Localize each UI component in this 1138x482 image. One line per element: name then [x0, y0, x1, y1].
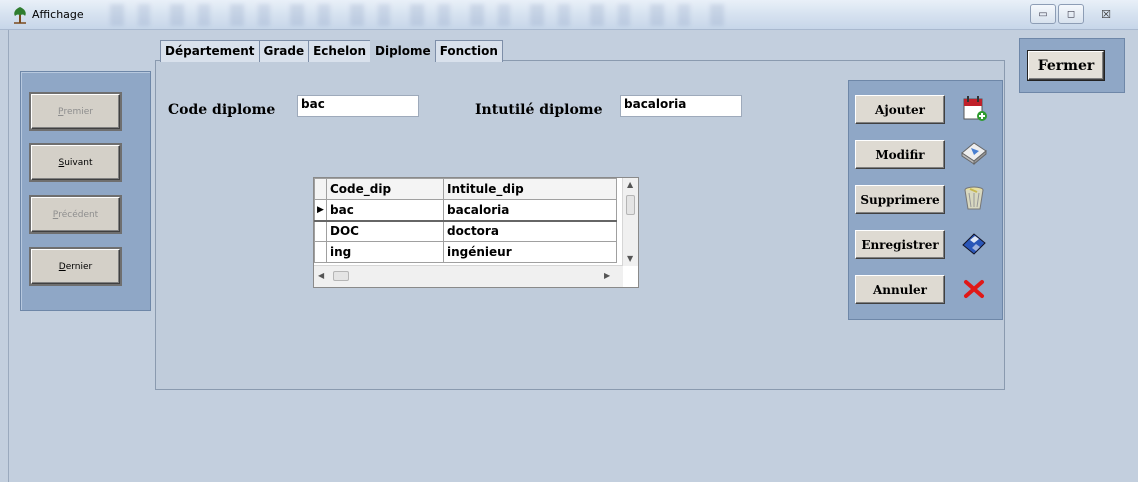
code-diplome-label: Code diplome [168, 102, 276, 118]
cell-intitule[interactable]: doctora [443, 220, 617, 242]
current-row-arrow-icon: ▶ [314, 199, 327, 222]
intitule-diplome-label: Intutilé diplome [475, 102, 603, 118]
row-indicator [314, 241, 327, 263]
recycle-bin-icon [964, 186, 984, 210]
tab-departement[interactable]: Département [160, 40, 260, 62]
enregistrer-button[interactable]: Enregistrer [855, 230, 945, 259]
fermer-panel: Fermer [1019, 38, 1125, 93]
modifier-button[interactable]: Modifir [855, 140, 945, 169]
cell-code[interactable]: bac [326, 199, 444, 222]
tab-echelon[interactable]: Echelon [308, 40, 372, 62]
blurred-toolbar [110, 4, 730, 26]
scroll-left-icon[interactable]: ◀ [318, 271, 324, 280]
fermer-button[interactable]: Fermer [1028, 51, 1104, 80]
window-title: Affichage [32, 8, 84, 21]
navigation-panel: Premier Suivant Précédent Dernier [20, 71, 151, 311]
suivant-button[interactable]: Suivant [29, 143, 122, 182]
horizontal-scrollbar[interactable]: ◀ ▶ [314, 265, 623, 287]
intitule-diplome-input[interactable]: bacaloria [620, 95, 742, 117]
cell-code[interactable]: DOC [326, 220, 444, 242]
save-floppy-icon [962, 233, 986, 255]
app-tree-icon [14, 7, 26, 24]
ajouter-button[interactable]: Ajouter [855, 95, 945, 124]
column-header-code-dip[interactable]: Code_dip [326, 178, 444, 200]
scroll-up-icon[interactable]: ▲ [627, 180, 633, 189]
vertical-scrollbar[interactable]: ▲ ▼ [622, 178, 638, 266]
scroll-down-icon[interactable]: ▼ [627, 254, 633, 263]
grid-header-row: Code_dip Intitule_dip [314, 178, 617, 200]
vertical-scroll-thumb[interactable] [626, 195, 635, 215]
window-left-edge [8, 30, 9, 482]
cancel-x-icon [964, 280, 984, 298]
diplome-data-grid[interactable]: Code_dip Intitule_dip ▶ bac bacaloria DO… [313, 177, 639, 288]
code-diplome-input[interactable]: bac [297, 95, 419, 117]
edit-document-icon [961, 142, 987, 166]
table-row[interactable]: ▶ bac bacaloria [314, 199, 617, 222]
table-row[interactable]: ing ingénieur [314, 241, 617, 263]
table-row[interactable]: DOC doctora [314, 220, 617, 242]
tab-strip: Département Grade Echelon Diplome Foncti… [160, 40, 503, 63]
cell-intitule[interactable]: ingénieur [443, 241, 617, 263]
add-calendar-icon [963, 96, 987, 121]
dernier-button[interactable]: Dernier [29, 247, 122, 286]
premier-button[interactable]: Premier [29, 92, 122, 131]
title-bar: Affichage ▭ ◻ ☒ [0, 0, 1138, 30]
tab-grade[interactable]: Grade [258, 40, 310, 62]
horizontal-scroll-thumb[interactable] [333, 271, 349, 281]
cell-intitule[interactable]: bacaloria [443, 199, 617, 222]
precedent-button[interactable]: Précédent [29, 195, 122, 234]
maximize-button[interactable]: ◻ [1058, 4, 1084, 24]
supprimer-button[interactable]: Supprimere [855, 185, 945, 214]
annuler-button[interactable]: Annuler [855, 275, 945, 304]
tab-fonction[interactable]: Fonction [434, 40, 503, 62]
actions-panel: Ajouter Modifir Supprimere Enregistrer A… [848, 80, 1003, 320]
row-indicator [314, 220, 327, 242]
tab-diplome[interactable]: Diplome [370, 40, 436, 63]
minimize-button[interactable]: ▭ [1030, 4, 1056, 24]
scroll-right-icon[interactable]: ▶ [604, 271, 610, 280]
close-window-button[interactable]: ☒ [1086, 4, 1126, 24]
column-header-intitule-dip[interactable]: Intitule_dip [443, 178, 617, 200]
cell-code[interactable]: ing [326, 241, 444, 263]
row-indicator [314, 178, 327, 200]
